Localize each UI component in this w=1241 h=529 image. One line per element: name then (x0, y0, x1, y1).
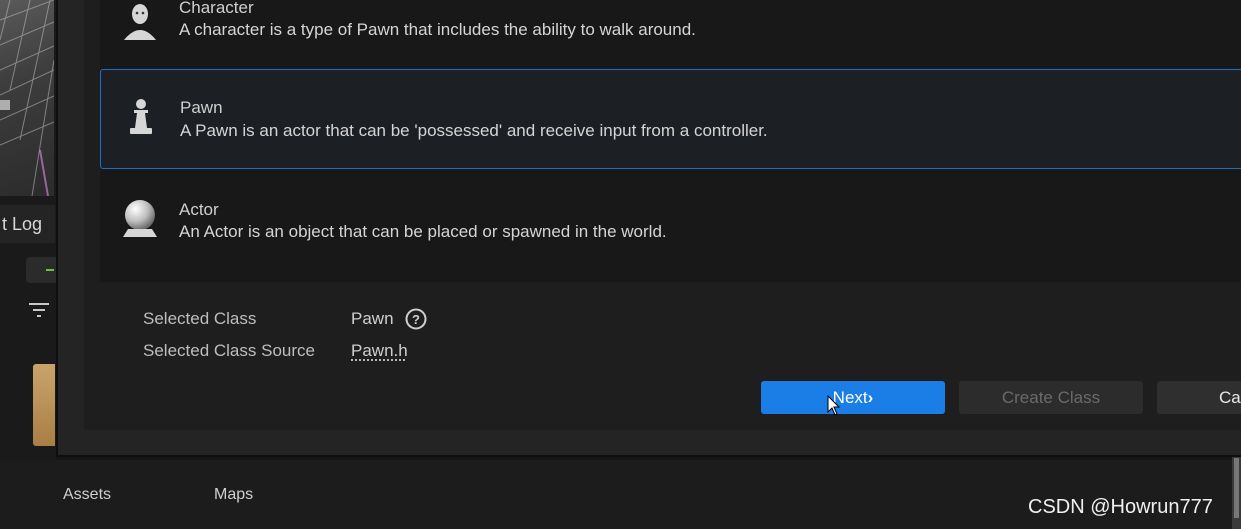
svg-text:?: ? (412, 312, 420, 327)
character-icon (120, 0, 160, 44)
output-log-tab[interactable]: t Log (0, 205, 55, 243)
selected-class-value: Pawn (351, 309, 394, 329)
viewport-preview[interactable] (0, 0, 54, 196)
class-title: Actor (179, 200, 219, 220)
class-description: A Pawn is an actor that can be 'possesse… (180, 121, 768, 141)
plus-icon (46, 269, 54, 271)
class-title: Character (179, 0, 254, 18)
help-icon[interactable]: ? (405, 308, 427, 330)
selected-source-label: Selected Class Source (143, 341, 315, 361)
watermark: CSDN @Howrun777 (1028, 496, 1213, 519)
class-row-character[interactable]: Character A character is a type of Pawn … (100, 0, 1241, 68)
scrollbar-thumb[interactable] (1234, 458, 1239, 518)
filter-icon[interactable] (28, 300, 50, 325)
mouse-cursor-icon (827, 395, 841, 422)
cancel-button[interactable]: Ca (1157, 381, 1241, 414)
chevron-right-icon: › (868, 388, 874, 407)
assets-tab[interactable]: Assets (63, 486, 111, 504)
pawn-icon (121, 96, 161, 140)
next-button[interactable]: Next› (761, 381, 945, 414)
class-row-actor[interactable]: Actor An Actor is an object that can be … (100, 171, 1241, 271)
add-button[interactable] (26, 257, 56, 283)
selected-source-link[interactable]: Pawn.h (351, 341, 408, 361)
actor-sphere-icon (120, 197, 160, 241)
create-class-button[interactable]: Create Class (959, 381, 1143, 414)
class-description: An Actor is an object that can be placed… (179, 222, 667, 242)
maps-tab[interactable]: Maps (214, 486, 253, 504)
class-description: A character is a type of Pawn that inclu… (179, 20, 696, 40)
selected-class-label: Selected Class (143, 309, 256, 329)
class-row-pawn[interactable]: Pawn A Pawn is an actor that can be 'pos… (100, 69, 1241, 169)
class-title: Pawn (180, 98, 223, 118)
folder-thumbnail[interactable] (33, 364, 55, 446)
